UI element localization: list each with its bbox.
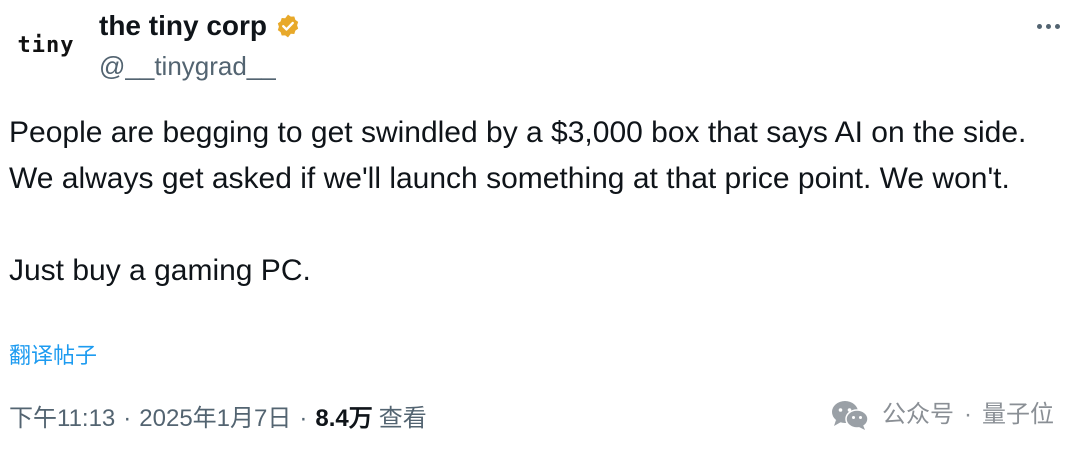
tweet-time[interactable]: 下午11:13 bbox=[9, 402, 115, 436]
watermark-name: 量子位 bbox=[982, 401, 1054, 428]
tweet-text: People are begging to get swindled by a … bbox=[9, 110, 1069, 294]
meta-separator: · bbox=[123, 405, 132, 432]
wechat-icon bbox=[832, 401, 869, 430]
tweet-date[interactable]: 2025年1月7日 bbox=[139, 402, 291, 436]
tweet-paragraph: People are begging to get swindled by a … bbox=[9, 116, 1027, 195]
views-count[interactable]: 8.4万 bbox=[315, 402, 372, 436]
more-options-button[interactable] bbox=[1028, 14, 1068, 38]
watermark: 公众号 · 量子位 bbox=[830, 398, 1054, 432]
translate-post-link[interactable]: 翻译帖子 bbox=[9, 342, 97, 370]
meta-separator: · bbox=[299, 405, 308, 432]
verified-badge-icon bbox=[277, 14, 299, 38]
tweet-meta: 下午11:13 · 2025年1月7日 · 8.4万 查看 bbox=[9, 402, 427, 436]
more-icon-dot bbox=[1054, 23, 1060, 29]
watermark-account-label: 公众号 bbox=[882, 401, 954, 428]
more-horizontal-icon bbox=[1036, 23, 1042, 29]
more-icon-dot bbox=[1045, 23, 1051, 29]
author-handle[interactable]: @__tinygrad__ bbox=[99, 50, 276, 82]
views-label[interactable]: 查看 bbox=[379, 402, 427, 436]
avatar-logo-text: tiny bbox=[17, 32, 75, 58]
author-display-name[interactable]: the tiny corp bbox=[99, 9, 267, 43]
author-name-row[interactable]: the tiny corp bbox=[99, 9, 301, 43]
tweet-paragraph: Just buy a gaming PC. bbox=[9, 254, 311, 287]
avatar[interactable]: tiny bbox=[9, 16, 83, 74]
watermark-separator: · bbox=[964, 401, 972, 428]
